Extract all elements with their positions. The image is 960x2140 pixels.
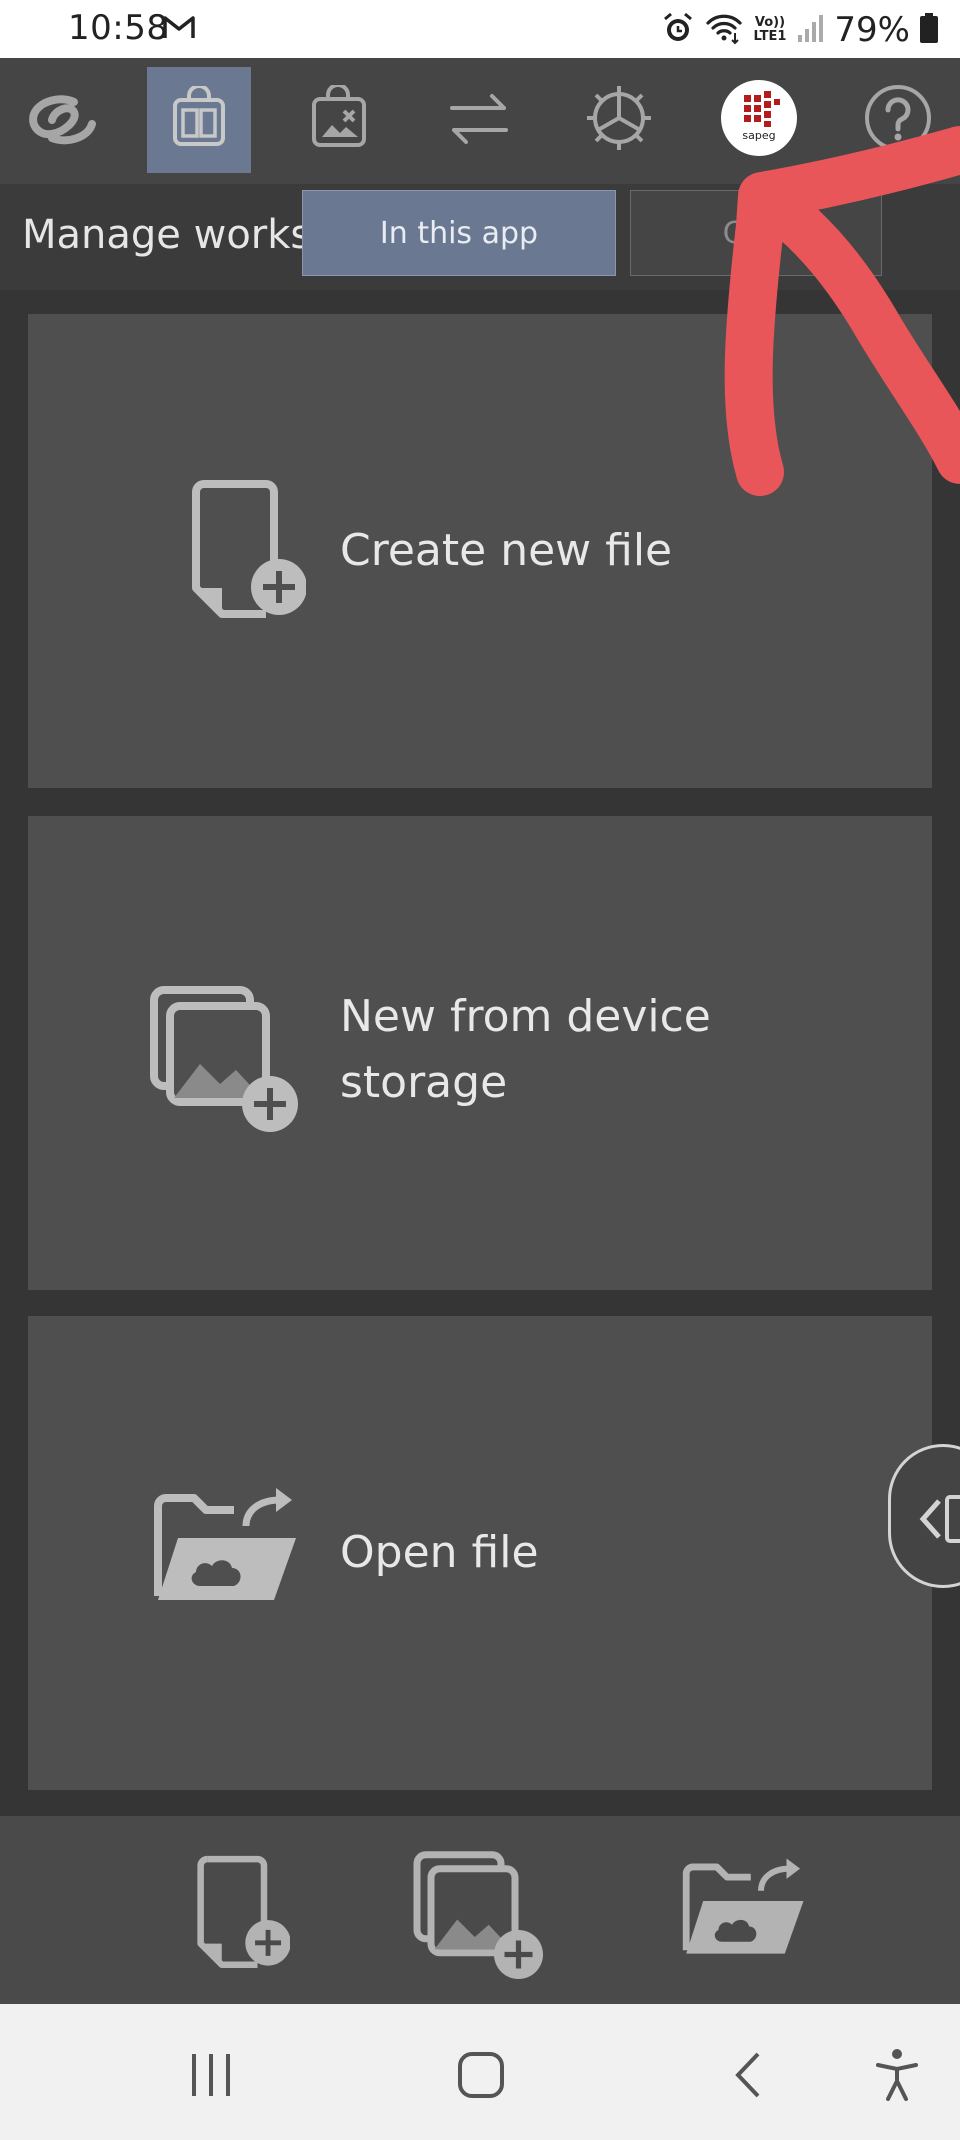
clip-studio-logo-icon[interactable]	[10, 67, 114, 173]
bottom-action-bar	[0, 1816, 960, 2004]
device-images-icon	[146, 980, 306, 1140]
status-right-group: Vo)) LTE1 79%	[661, 8, 938, 52]
create-new-file-label: Create new file	[340, 525, 673, 576]
new-file-icon	[160, 1855, 291, 1990]
account-button[interactable]: sapeg	[707, 67, 811, 173]
label-line-1: New from device	[340, 991, 711, 1042]
tab-cloud[interactable]: Clou	[630, 190, 882, 276]
transfer-icon	[446, 88, 512, 152]
create-new-file-card[interactable]: Create new file	[28, 314, 932, 788]
status-time: 10:58	[68, 8, 169, 48]
sapeg-avatar-icon: sapeg	[720, 79, 798, 161]
open-folder-icon	[146, 1486, 306, 1646]
bottom-open-file-button[interactable]	[676, 1854, 806, 1994]
back-icon[interactable]	[714, 2040, 784, 2110]
transfer-button[interactable]	[427, 67, 531, 173]
network-type: Vo)) LTE1	[753, 15, 787, 44]
bottom-new-from-device-button[interactable]	[410, 1846, 543, 1986]
manage-works-icon	[169, 84, 229, 154]
bottom-new-file-button[interactable]	[160, 1846, 291, 1986]
side-panel-handle[interactable]	[888, 1444, 960, 1588]
new-file-icon	[146, 474, 307, 634]
settings-icon	[584, 83, 654, 157]
chevron-left-icon	[909, 1491, 960, 1551]
gmail-icon	[163, 14, 195, 44]
help-button[interactable]	[846, 67, 950, 173]
manage-works-button[interactable]	[147, 67, 251, 173]
svg-text:sapeg: sapeg	[742, 129, 775, 142]
accessibility-icon[interactable]	[862, 2040, 932, 2110]
alarm-icon	[661, 11, 695, 49]
manage-works-header: Manage works In this app Clou	[0, 184, 960, 290]
wifi-icon	[705, 11, 743, 49]
label-line-2: storage	[340, 1057, 508, 1108]
home-icon[interactable]	[446, 2040, 516, 2110]
device-images-icon	[410, 1851, 550, 1990]
assets-button[interactable]	[287, 67, 391, 173]
settings-button[interactable]	[567, 67, 671, 173]
status-bar: 10:58 Vo)) LTE1 79%	[0, 0, 960, 58]
tab-in-this-app[interactable]: In this app	[302, 190, 616, 276]
assets-icon	[308, 83, 370, 155]
open-file-card[interactable]: Open file	[28, 1316, 932, 1790]
signal-icon	[796, 13, 824, 47]
page-title: Manage works	[22, 212, 312, 258]
top-toolbar: sapeg	[0, 58, 960, 184]
battery-icon	[920, 13, 938, 47]
open-folder-icon	[676, 1858, 812, 1974]
system-nav-bar	[0, 2004, 960, 2140]
open-file-label: Open file	[340, 1527, 539, 1578]
battery-percent: 79%	[834, 10, 910, 50]
help-icon	[863, 83, 933, 157]
new-from-device-storage-label: New from device storage	[340, 984, 711, 1116]
recents-icon[interactable]	[176, 2040, 246, 2110]
new-from-device-storage-card[interactable]: New from device storage	[28, 816, 932, 1290]
